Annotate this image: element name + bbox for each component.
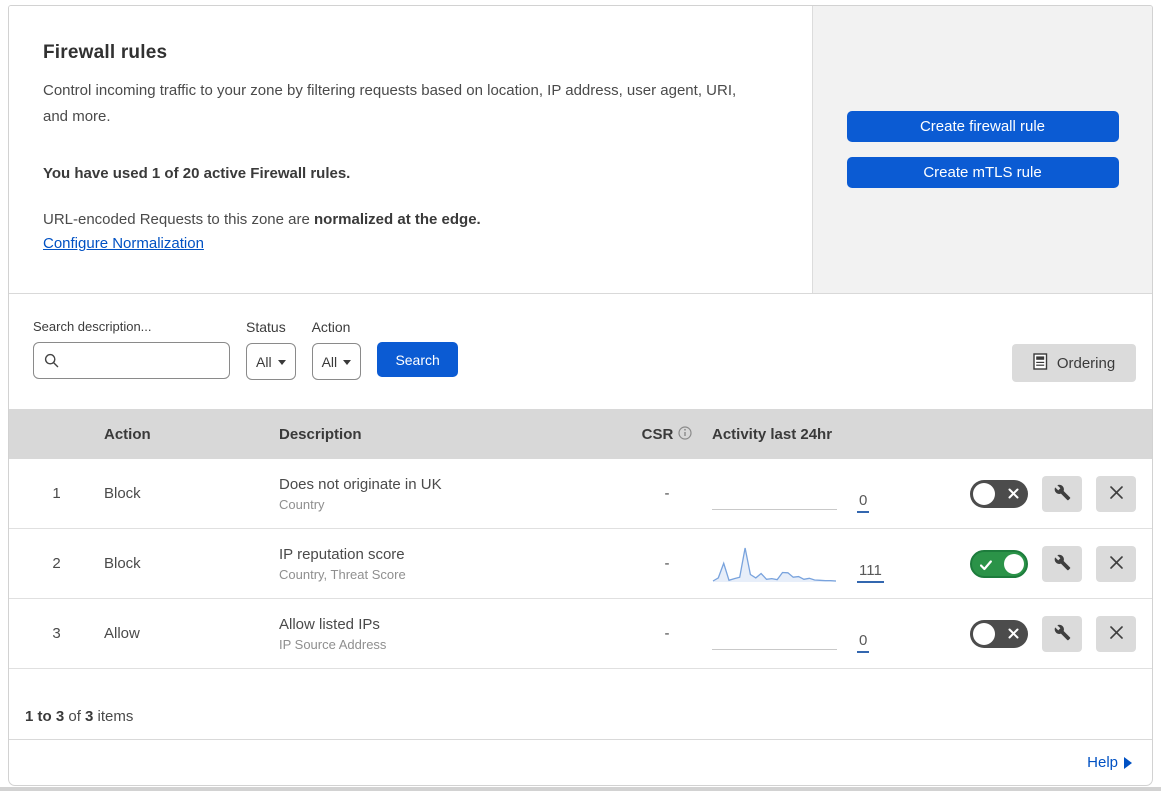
- rule-description-cell: Does not originate in UK Country: [279, 476, 622, 512]
- rule-priority: 3: [52, 625, 61, 642]
- status-dropdown-value: All: [256, 353, 272, 370]
- rule-priority: 1: [52, 485, 61, 502]
- status-dropdown[interactable]: All: [246, 343, 296, 380]
- rule-controls: [962, 545, 1152, 582]
- rule-controls: [962, 615, 1152, 652]
- rule-controls: [962, 475, 1152, 512]
- page-title: Firewall rules: [43, 42, 168, 63]
- enable-toggle[interactable]: [970, 619, 1028, 648]
- rule-priority: 2: [52, 555, 61, 572]
- toggle-knob: [973, 482, 995, 505]
- column-activity: Activity last 24hr: [712, 425, 833, 443]
- table-header: Action Description CSR Activity last 24h…: [9, 409, 1152, 459]
- rule-action: Block: [104, 485, 141, 502]
- configure-normalization-link[interactable]: Configure Normalization: [43, 235, 204, 252]
- chevron-down-icon: [343, 359, 352, 365]
- rule-activity-cell: 0: [712, 473, 962, 515]
- arrow-right-icon: [1124, 757, 1132, 769]
- rule-action: Allow: [104, 625, 140, 642]
- rule-description: Allow listed IPs: [279, 615, 380, 633]
- x-icon: [1008, 628, 1019, 638]
- rule-activity-cell: 111: [712, 543, 962, 585]
- info-icon[interactable]: [678, 426, 692, 444]
- rules-table-body: 1 Block Does not originate in UK Country…: [9, 459, 1152, 669]
- edit-rule-button[interactable]: [1042, 545, 1082, 582]
- search-group: Search description...: [33, 319, 230, 379]
- rule-csr: -: [664, 555, 670, 572]
- action-dropdown-value: All: [321, 353, 338, 370]
- column-action: Action: [104, 425, 151, 443]
- firewall-rules-card: Firewall rules Control incoming traffic …: [8, 5, 1153, 786]
- activity-flatline: [712, 508, 837, 510]
- create-firewall-rule-button[interactable]: Create firewall rule: [846, 111, 1119, 142]
- help-row: Help: [9, 740, 1152, 785]
- table-row: 3 Allow Allow listed IPs IP Source Addre…: [9, 599, 1152, 669]
- enable-toggle[interactable]: [970, 479, 1028, 508]
- close-icon: [1109, 555, 1124, 573]
- toggle-knob: [973, 622, 995, 645]
- wrench-icon: [1054, 554, 1071, 574]
- rule-fields: IP Source Address: [279, 636, 387, 652]
- ordering-button-label: Ordering: [1056, 354, 1116, 372]
- rule-fields: Country: [279, 496, 325, 512]
- delete-rule-button[interactable]: [1096, 615, 1136, 652]
- rule-csr: -: [664, 625, 670, 642]
- activity-count-link[interactable]: 111: [857, 562, 884, 583]
- actions-panel: Create firewall rule Create mTLS rule: [812, 6, 1152, 293]
- activity-count-link[interactable]: 0: [857, 492, 870, 513]
- status-label: Status: [246, 319, 286, 335]
- rule-description: Does not originate in UK: [279, 475, 442, 493]
- pagination-summary: 1 to 3 of 3 items: [9, 669, 1152, 740]
- activity-flatline: [712, 648, 837, 650]
- rule-description-cell: IP reputation score Country, Threat Scor…: [279, 546, 622, 582]
- edit-rule-button[interactable]: [1042, 615, 1082, 652]
- delete-rule-button[interactable]: [1096, 475, 1136, 512]
- filter-bar: Search description... Status All Action …: [9, 294, 1152, 409]
- table-row: 2 Block IP reputation score Country, Thr…: [9, 529, 1152, 599]
- normalization-notice: URL-encoded Requests to this zone are no…: [43, 211, 481, 228]
- close-icon: [1109, 625, 1124, 643]
- rule-activity-cell: 0: [712, 613, 962, 655]
- delete-rule-button[interactable]: [1096, 545, 1136, 582]
- rule-description: IP reputation score: [279, 545, 405, 563]
- usage-notice: You have used 1 of 20 active Firewall ru…: [43, 165, 351, 182]
- close-icon: [1109, 485, 1124, 503]
- ordering-list-icon: [1033, 352, 1048, 374]
- rule-csr: -: [664, 485, 670, 502]
- rule-action: Block: [104, 555, 141, 572]
- header-section: Firewall rules Control incoming traffic …: [9, 6, 1152, 294]
- create-mtls-rule-button[interactable]: Create mTLS rule: [846, 157, 1119, 188]
- table-row: 1 Block Does not originate in UK Country…: [9, 459, 1152, 529]
- chevron-down-icon: [277, 359, 286, 365]
- enable-toggle[interactable]: [970, 549, 1028, 578]
- wrench-icon: [1054, 624, 1071, 644]
- activity-chart: [712, 613, 837, 655]
- activity-count-link[interactable]: 0: [857, 632, 870, 653]
- column-description: Description: [279, 425, 362, 443]
- x-icon: [1008, 488, 1019, 498]
- check-icon: [980, 559, 992, 570]
- action-label: Action: [311, 319, 351, 335]
- action-dropdown[interactable]: All: [311, 343, 362, 380]
- page-divider: [0, 787, 1161, 791]
- column-csr: CSR: [622, 424, 712, 444]
- ordering-button[interactable]: Ordering: [1012, 344, 1136, 382]
- search-label: Search description...: [33, 319, 152, 334]
- activity-sparkline: [712, 547, 837, 582]
- toggle-knob: [1004, 553, 1024, 574]
- edit-rule-button[interactable]: [1042, 475, 1082, 512]
- rule-fields: Country, Threat Score: [279, 566, 406, 582]
- action-filter-group: Action All: [311, 319, 362, 380]
- search-button[interactable]: Search: [377, 342, 459, 377]
- search-input[interactable]: [33, 342, 230, 379]
- wrench-icon: [1054, 484, 1071, 504]
- status-filter-group: Status All: [246, 319, 296, 380]
- page-description: Control incoming traffic to your zone by…: [43, 82, 737, 125]
- activity-chart: [712, 543, 837, 585]
- rule-description-cell: Allow listed IPs IP Source Address: [279, 616, 622, 652]
- activity-chart: [712, 473, 837, 515]
- header-text-area: Firewall rules Control incoming traffic …: [9, 6, 812, 293]
- help-link[interactable]: Help: [1087, 754, 1132, 771]
